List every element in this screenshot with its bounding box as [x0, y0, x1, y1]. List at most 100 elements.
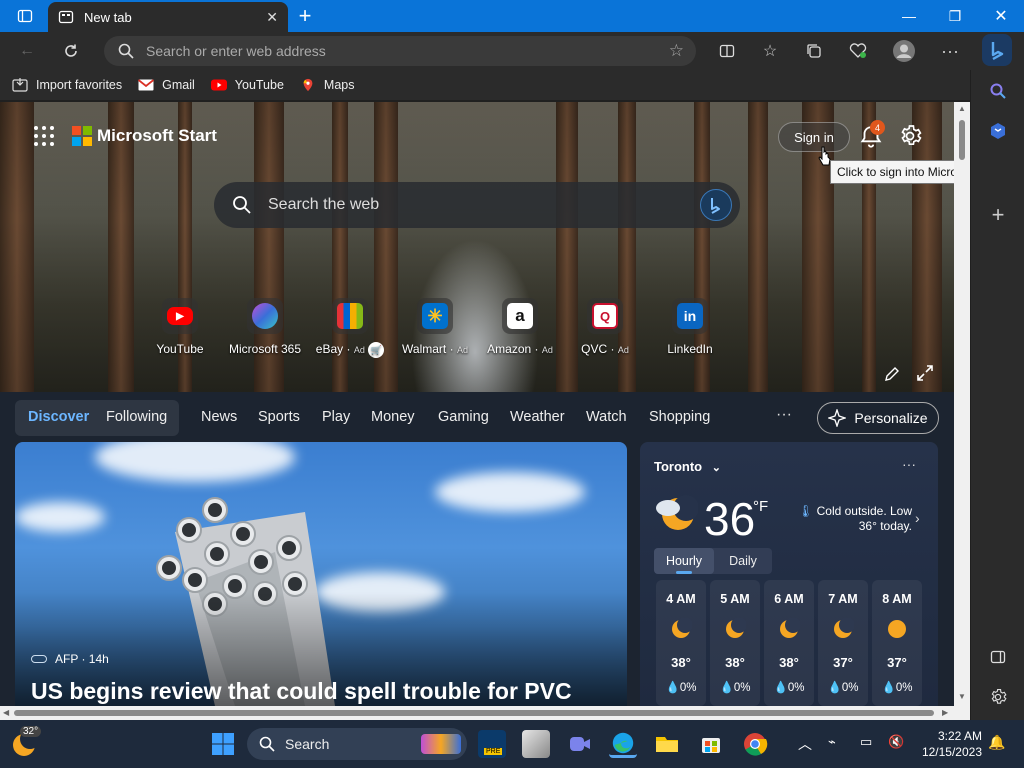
split-screen-icon[interactable] — [714, 38, 740, 64]
quick-link-linkedin[interactable]: in LinkedIn — [645, 298, 735, 356]
expand-icon[interactable] — [916, 364, 934, 382]
collections-icon[interactable] — [801, 38, 827, 64]
bing-chat-icon[interactable] — [700, 189, 732, 221]
display-icon[interactable]: ▭ — [860, 734, 872, 750]
task-view-icon[interactable] — [522, 730, 550, 758]
forecast-temp: 37° — [833, 655, 853, 670]
tab-following[interactable]: Following — [106, 409, 167, 425]
tab-gaming[interactable]: Gaming — [438, 409, 489, 425]
weather-location[interactable]: Toronto ⌄ — [654, 459, 721, 474]
more-tabs-button[interactable]: ··· — [776, 406, 792, 424]
tab-news[interactable]: News — [201, 409, 237, 425]
tab-weather[interactable]: Weather — [510, 409, 565, 425]
hourly-forecast-item[interactable]: 6 AM 38° 💧0% — [764, 580, 814, 706]
horizontal-scrollbar[interactable]: ◀ ▶ — [0, 706, 954, 720]
refresh-icon[interactable] — [58, 38, 84, 64]
new-tab-button[interactable]: + — [282, 0, 328, 32]
hourly-forecast-item[interactable]: 7 AM 37° 💧0% — [818, 580, 868, 706]
more-menu-icon[interactable]: ··· — [937, 38, 963, 64]
edit-background-icon[interactable] — [884, 366, 900, 382]
edge-browser-icon[interactable] — [609, 730, 637, 758]
quick-link-qvc[interactable]: Q QVC · Ad — [560, 298, 650, 356]
favorite-import[interactable]: Import favorites — [12, 78, 122, 92]
settings-gear-icon[interactable] — [898, 124, 922, 148]
quick-link-label: Amazon — [487, 342, 532, 356]
copilot-icon[interactable] — [982, 34, 1012, 66]
quick-link-microsoft-365[interactable]: Microsoft 365 — [220, 298, 310, 356]
hourly-forecast-item[interactable]: 8 AM 37° 💧0% — [872, 580, 922, 706]
scroll-right-icon[interactable]: ▶ — [942, 708, 948, 717]
file-explorer-icon[interactable] — [653, 730, 681, 758]
back-arrow-icon[interactable]: ← — [14, 38, 40, 64]
raindrop-icon: 💧 — [773, 682, 788, 694]
notification-center-icon[interactable]: 🔔 — [988, 734, 1005, 751]
web-search-box[interactable]: Search the web — [214, 182, 740, 228]
vertical-scroll-thumb[interactable] — [959, 120, 965, 160]
tab-discover[interactable]: Discover — [28, 409, 89, 425]
show-hidden-icons-chevron[interactable]: ︿ — [798, 734, 812, 754]
vertical-scrollbar[interactable]: ▲ ▼ — [954, 102, 970, 706]
close-tab-icon[interactable]: ✕ — [266, 9, 278, 26]
sidebar-toggle-icon[interactable] — [2, 0, 48, 32]
app-launcher-icon[interactable] — [34, 126, 54, 146]
volume-muted-icon[interactable]: 🔇 — [888, 734, 904, 750]
tab-money[interactable]: Money — [371, 409, 415, 425]
profile-avatar[interactable] — [891, 38, 917, 64]
sign-in-button[interactable]: Sign in — [778, 122, 850, 152]
windows-start-icon[interactable] — [209, 730, 237, 758]
tab-watch[interactable]: Watch — [586, 409, 627, 425]
chrome-icon[interactable] — [741, 730, 769, 758]
favorite-star-icon[interactable]: ☆ — [669, 41, 684, 61]
sidebar-hide-icon[interactable] — [985, 644, 1011, 670]
sidebar-add-icon[interactable]: + — [985, 202, 1011, 228]
raindrop-icon: 💧 — [827, 682, 842, 694]
sidebar-settings-icon[interactable] — [985, 684, 1011, 710]
chevron-right-icon[interactable]: › — [915, 510, 920, 526]
favorite-youtube[interactable]: YouTube — [210, 78, 284, 92]
scroll-up-icon[interactable]: ▲ — [958, 104, 966, 113]
close-window-button[interactable]: ✕ — [978, 0, 1024, 32]
horizontal-scroll-thumb[interactable] — [14, 710, 934, 716]
system-clock[interactable]: 3:22 AM 12/15/2023 — [920, 728, 982, 760]
quick-link-walmart[interactable]: ✳ Walmart · Ad — [390, 298, 480, 356]
hourly-forecast-item[interactable]: 5 AM 38° 💧0% — [710, 580, 760, 706]
quick-link-amazon[interactable]: a Amazon · Ad — [475, 298, 565, 356]
raindrop-icon: 💧 — [719, 682, 734, 694]
taskbar-search-box[interactable]: Search — [247, 728, 467, 760]
sidebar-search-icon[interactable] — [985, 78, 1011, 104]
teams-chat-icon[interactable] — [566, 730, 594, 758]
moon-icon — [780, 617, 801, 638]
address-bar[interactable]: Search or enter web address ☆ — [104, 36, 696, 66]
address-placeholder: Search or enter web address — [146, 43, 326, 59]
search-icon — [233, 196, 251, 214]
tab-daily[interactable]: Daily — [714, 548, 772, 574]
microsoft-365-icon — [247, 298, 283, 334]
quick-link-label: LinkedIn — [667, 342, 713, 356]
tab-new-tab[interactable]: New tab ✕ — [48, 2, 288, 32]
article-source-text: AFP · 14h — [55, 652, 109, 666]
ms-store-icon[interactable] — [697, 730, 725, 758]
tab-play[interactable]: Play — [322, 409, 350, 425]
favorite-gmail[interactable]: Gmail — [138, 78, 195, 92]
weather-card[interactable]: Toronto ⌄ ··· 36 °F 🌡 Cold outside. Low … — [640, 442, 938, 706]
restore-button[interactable]: ❐ — [932, 0, 978, 32]
personalize-button[interactable]: Personalize — [817, 402, 939, 434]
news-article-card[interactable]: AFP · 14h US begins review that could sp… — [15, 442, 627, 706]
minimize-button[interactable]: — — [886, 0, 932, 32]
quick-link-ebay[interactable]: eBay · Ad 🛒 — [305, 298, 395, 358]
network-status-icon[interactable]: ⌁ — [828, 734, 836, 750]
sidebar-copilot-icon[interactable] — [985, 118, 1011, 144]
hourly-forecast-item[interactable]: 4 AM 38° 💧0% — [656, 580, 706, 706]
scroll-down-icon[interactable]: ▼ — [958, 692, 966, 701]
quick-link-youtube[interactable]: ▶ YouTube — [135, 298, 225, 356]
tab-shopping[interactable]: Shopping — [649, 409, 710, 425]
browser-essentials-icon[interactable] — [845, 38, 871, 64]
favorite-maps[interactable]: Maps — [300, 78, 355, 92]
article-title[interactable]: US begins review that could spell troubl… — [31, 678, 572, 705]
tab-sports[interactable]: Sports — [258, 409, 300, 425]
weather-more-icon[interactable]: ··· — [902, 456, 916, 472]
scroll-left-icon[interactable]: ◀ — [3, 708, 9, 717]
favorites-icon[interactable]: ☆ — [757, 38, 783, 64]
ms-store-preview-icon[interactable]: PRE — [478, 730, 506, 758]
tab-hourly[interactable]: Hourly — [654, 548, 714, 574]
